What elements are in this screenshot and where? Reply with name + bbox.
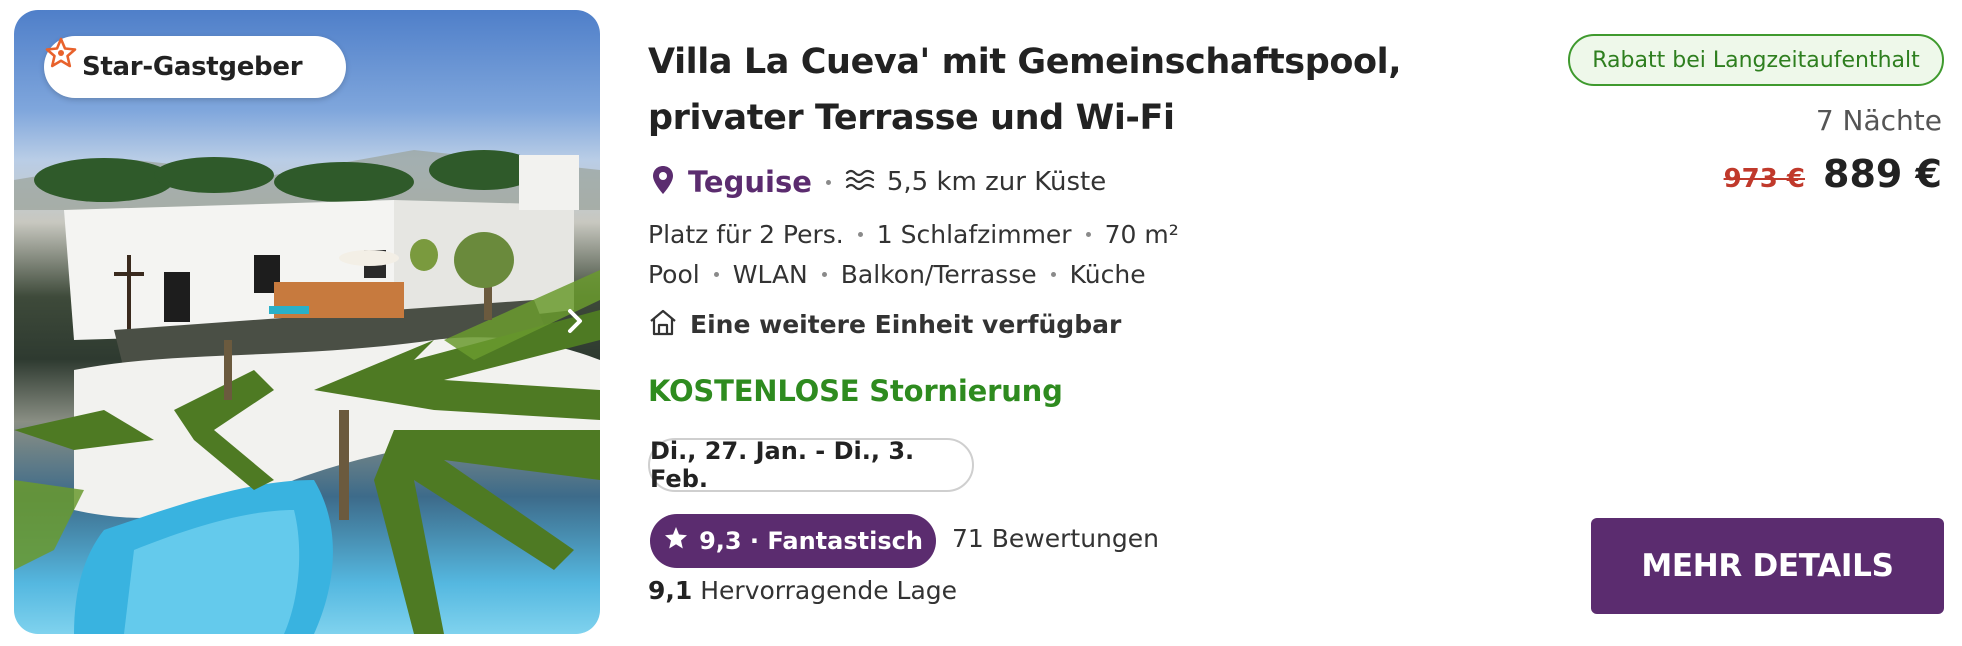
- amenity-wifi: WLAN: [732, 259, 808, 289]
- listing-title[interactable]: Villa La Cueva' mit Gemeinschaftspool, p…: [648, 34, 1488, 146]
- location-score: 9,1 Hervorragende Lage: [648, 576, 957, 605]
- location-score-label: Hervorragende Lage: [700, 576, 958, 605]
- price-row: 973 € 889 €: [1724, 152, 1942, 196]
- star-host-label: Star-Gastgeber: [82, 52, 303, 82]
- facts-row-amenities: Pool WLAN Balkon/Terrasse Küche: [648, 254, 1146, 294]
- nights-count: 7 Nächte: [1815, 104, 1942, 137]
- coast-distance: 5,5 km zur Küste: [886, 167, 1107, 197]
- chevron-right-icon: [565, 307, 585, 340]
- separator-dot: [821, 271, 827, 277]
- next-photo-button[interactable]: [560, 303, 590, 343]
- waves-icon: [845, 168, 875, 197]
- location-row: Teguise 5,5 km zur Küste: [652, 162, 1106, 202]
- separator-dot: [825, 179, 831, 185]
- fact-bedrooms: 1 Schlafzimmer: [876, 219, 1072, 249]
- reviews-count[interactable]: 71 Bewertungen: [952, 524, 1159, 553]
- map-pin-icon: [652, 165, 674, 200]
- rating-badge[interactable]: 9,3 · Fantastisch: [650, 514, 936, 568]
- long-stay-discount-badge: Rabatt bei Langzeitaufenthalt: [1568, 34, 1944, 86]
- rating-label: 9,3 · Fantastisch: [699, 527, 923, 555]
- fact-size: 70 m²: [1104, 219, 1179, 249]
- listing-card[interactable]: Star-Gastgeber Villa La Cueva' mit Gemei…: [0, 0, 1962, 646]
- facts-row-capacity: Platz für 2 Pers. 1 Schlafzimmer 70 m²: [648, 214, 1179, 254]
- amenity-pool: Pool: [648, 259, 700, 289]
- more-details-button[interactable]: MEHR DETAILS: [1591, 518, 1944, 614]
- more-units-row: Eine weitere Einheit verfügbar: [648, 304, 1121, 344]
- free-cancellation-label: KOSTENLOSE Stornierung: [648, 374, 1063, 408]
- separator-dot: [857, 231, 863, 237]
- star-host-badge: Star-Gastgeber: [44, 36, 346, 98]
- new-price: 889 €: [1823, 152, 1942, 196]
- fact-guests: Platz für 2 Pers.: [648, 219, 844, 249]
- listing-photo[interactable]: Star-Gastgeber: [14, 10, 600, 634]
- separator-dot: [1050, 271, 1056, 277]
- star-icon: [663, 525, 689, 557]
- old-price: 973 €: [1723, 164, 1805, 194]
- amenity-terrace: Balkon/Terrasse: [840, 259, 1037, 289]
- separator-dot: [713, 271, 719, 277]
- separator-dot: [1085, 231, 1091, 237]
- villa-illustration: [14, 150, 600, 634]
- more-units-text: Eine weitere Einheit verfügbar: [690, 309, 1122, 339]
- location-city[interactable]: Teguise: [688, 165, 812, 199]
- house-icon: [648, 308, 678, 341]
- location-score-value: 9,1: [648, 576, 693, 605]
- amenity-kitchen: Küche: [1069, 259, 1146, 289]
- date-range-pill[interactable]: Di., 27. Jan. - Di., 3. Feb.: [648, 437, 974, 493]
